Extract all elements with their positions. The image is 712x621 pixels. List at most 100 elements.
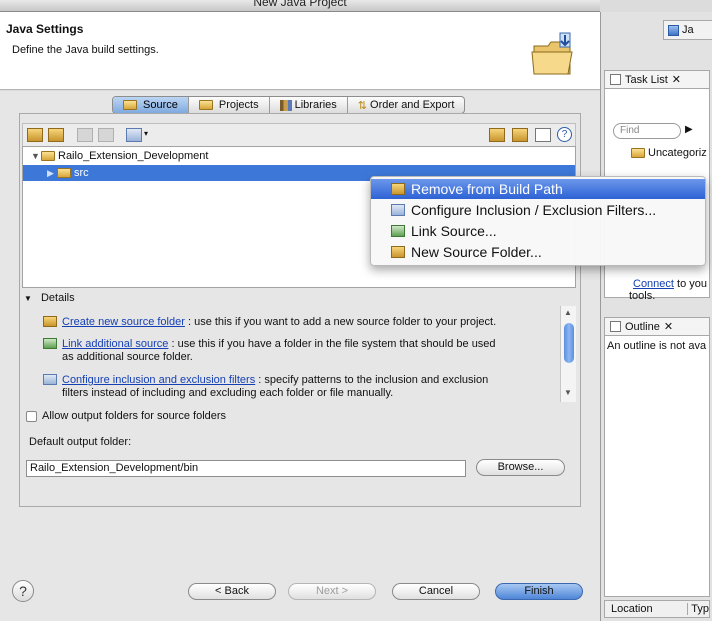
context-menu: Remove from Build Path Configure Inclusi… [370,176,706,266]
problems-table-header: Location Typ [604,600,710,618]
java-project-icon [41,151,55,161]
add-source-icon[interactable] [512,128,528,142]
location-column-header[interactable]: Location [605,603,689,615]
scrollbar-thumb[interactable] [564,323,574,363]
link-source-icon [391,225,405,237]
remove-icon [391,183,405,195]
finish-button[interactable]: Finish [495,583,583,600]
window-title: New Java Project [253,0,347,9]
details-text: : use this if you want to add a new sour… [187,316,497,328]
link-additional-source-link[interactable]: Link additional source [62,338,168,350]
properties-icon[interactable] [535,128,551,142]
menu-item-link-source[interactable]: Link Source... [371,221,705,241]
add-folder-icon[interactable] [27,128,43,142]
scroll-up-icon[interactable]: ▲ [564,308,572,317]
configure-filters-link[interactable]: Configure inclusion and exclusion filter… [62,374,255,386]
allow-output-folders-option[interactable]: Allow output folders for source folders [26,410,226,422]
menu-item-new-source-folder[interactable]: New Source Folder... [371,242,705,262]
outline-message: An outline is not ava [607,340,707,352]
page-title: Java Settings [6,22,84,36]
menu-item-label: Remove from Build Path [411,181,563,197]
create-source-folder-link[interactable]: Create new source folder [62,316,185,328]
new-source-folder-icon[interactable] [489,128,505,142]
task-list-tab[interactable]: Task List ✕ [604,70,710,88]
perspective-label: Ja [682,24,694,36]
output-folder-input[interactable]: Railo_Extension_Development/bin [26,460,466,477]
details-scrollbar[interactable]: ▲ ▼ [560,306,576,402]
page-description: Define the Java build settings. [12,44,159,56]
window-title-bar: New Java Project [0,0,600,12]
menu-item-remove-from-build-path[interactable]: Remove from Build Path [371,179,705,199]
tab-label: Order and Export [370,99,455,111]
details-list: Create new source folder : use this if y… [37,306,576,402]
workbench-side-panel: Ja Task List ✕ Find ▶ Uncategoriz Connec… [600,12,712,621]
help-icon[interactable]: ? [557,127,572,142]
uncategorized-category[interactable]: Uncategoriz [631,147,707,159]
allow-output-checkbox[interactable] [26,410,37,422]
libraries-icon [279,99,292,111]
tree-row-project[interactable]: ▼ Railo_Extension_Development [23,148,575,164]
expanded-arrow-icon: ▼ [24,294,32,303]
move-down-icon [98,128,114,142]
chevron-right-icon[interactable]: ▶ [685,124,693,135]
java-project-wizard-icon [531,32,573,75]
task-list-title: Task List [625,73,668,86]
package-folder-icon [57,168,71,178]
collapsed-arrow-icon[interactable]: ▶ [47,168,57,179]
tab-label: Libraries [294,99,337,111]
type-column-header[interactable]: Typ [688,603,709,615]
connect-message: Connect to you [633,278,707,290]
close-icon[interactable]: ✕ [664,320,673,333]
scroll-down-icon[interactable]: ▼ [564,388,572,397]
category-label: Uncategoriz [648,147,707,159]
close-icon[interactable]: ✕ [672,73,681,86]
browse-button[interactable]: Browse... [476,459,565,476]
source-folder-name: src [74,167,89,179]
expanded-arrow-icon[interactable]: ▼ [31,151,41,161]
tab-projects[interactable]: Projects [189,97,270,113]
outline-icon [610,321,621,332]
outline-tab[interactable]: Outline ✕ [604,317,710,335]
details-toggle[interactable]: ▼ Details [24,292,75,304]
outline-view: An outline is not ava [604,335,710,597]
project-name: Railo_Extension_Development [58,150,209,162]
new-folder-icon [391,246,405,258]
category-folder-icon [631,148,645,158]
help-button[interactable]: ? [12,580,34,602]
next-button[interactable]: Next > [288,583,376,600]
output-folder-label: Default output folder: [29,436,132,448]
move-up-icon [77,128,93,142]
outline-title: Outline [625,320,660,333]
perspective-switcher[interactable]: Ja [663,20,712,40]
tab-source[interactable]: Source [113,97,189,113]
find-input[interactable]: Find [613,123,681,139]
connect-tools-text: tools. [629,290,656,302]
details-item: Configure inclusion and exclusion filter… [37,374,547,400]
link-source-icon [43,338,57,349]
filter-icon [43,374,57,385]
menu-item-configure-filters[interactable]: Configure Inclusion / Exclusion Filters.… [371,200,705,220]
settings-tabs: Source Projects Libraries ⇅ Order and Ex… [112,96,466,114]
menu-item-label: New Source Folder... [411,244,542,260]
configure-build-path-icon[interactable] [126,128,142,142]
task-list-icon [610,74,621,85]
chevron-down-icon[interactable]: ▾ [144,129,148,138]
projects-icon [198,100,213,110]
connect-link[interactable]: Connect [633,278,674,290]
details-text: : use this if you have a folder in the f… [171,338,496,350]
tab-libraries[interactable]: Libraries [270,97,348,113]
details-text: as additional source folder. [62,351,193,363]
link-source-icon[interactable] [48,128,64,142]
new-folder-icon [43,316,57,327]
source-folder-icon [123,100,137,110]
order-export-icon: ⇅ [357,99,368,112]
details-text: filters instead of including and excludi… [62,387,394,399]
cancel-button[interactable]: Cancel [392,583,480,600]
tab-order-and-export[interactable]: ⇅ Order and Export [348,97,465,113]
source-toolbar: ▾ ? [22,123,576,147]
tab-label: Source [143,99,178,111]
details-label: Details [40,292,75,304]
back-button[interactable]: < Back [188,583,276,600]
wizard-header: Java Settings Define the Java build sett… [0,12,600,90]
connect-text: to you [677,278,708,290]
